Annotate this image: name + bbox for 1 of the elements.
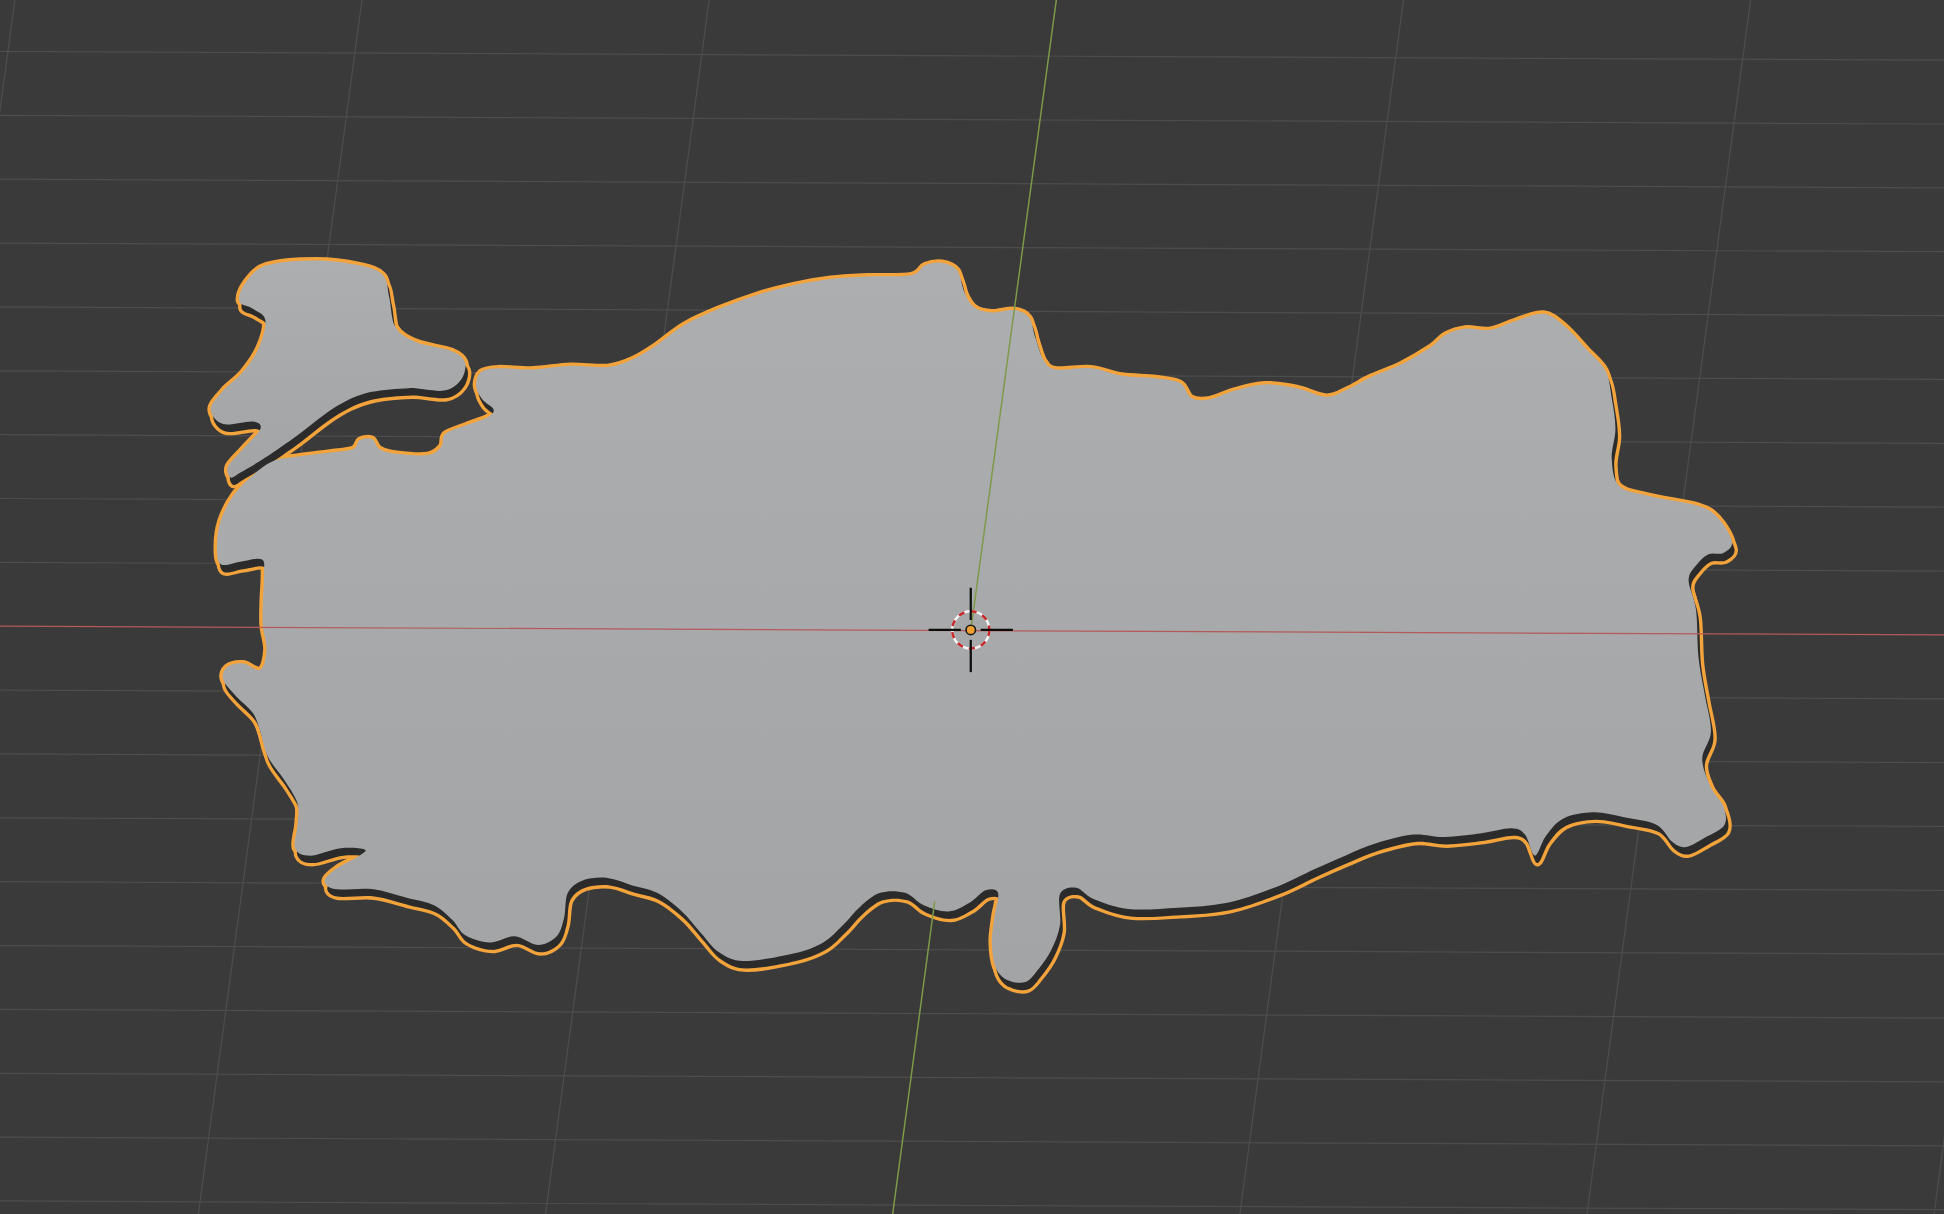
origin-dot-icon: [965, 624, 977, 636]
